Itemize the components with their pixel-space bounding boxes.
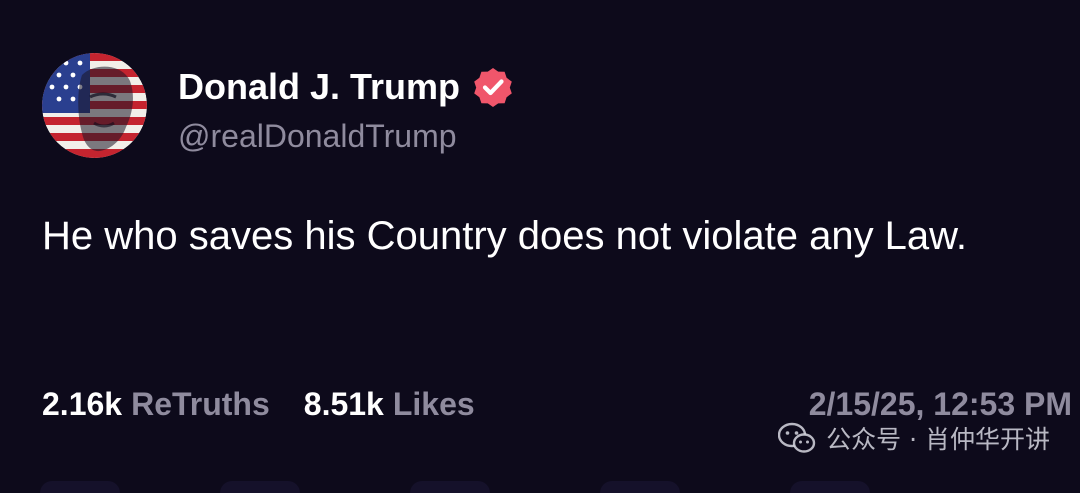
watermark: 公众号 · 肖仲华开讲 (777, 420, 1050, 456)
wechat-icon (777, 422, 816, 454)
post-timestamp: 2/15/25, 12:53 PM (808, 386, 1072, 422)
likes-stat[interactable]: 8.51k Likes (304, 386, 475, 423)
author-block: Donald J. Trump @realDonaldTrump (178, 64, 514, 155)
next-row-edge (0, 479, 1080, 493)
retruths-label: ReTruths (131, 386, 270, 422)
author-name-row: Donald J. Trump (178, 64, 514, 110)
retruths-stat[interactable]: 2.16k ReTruths (42, 386, 270, 423)
avatar-flag-portrait-icon (42, 53, 147, 158)
likes-count: 8.51k (303, 386, 384, 422)
author-avatar[interactable] (42, 53, 147, 158)
retruths-count: 2.16k (42, 386, 123, 422)
post-stats: 2.16k ReTruths 8.51k Likes (42, 386, 509, 423)
likes-label: Likes (392, 386, 475, 422)
post-card: Donald J. Trump @realDonaldTrump He who … (0, 0, 1080, 493)
watermark-text: 公众号 · 肖仲华开讲 (826, 425, 1050, 454)
post-body-text: He who saves his Country does not violat… (42, 214, 967, 258)
verified-badge-icon (472, 66, 514, 108)
author-display-name[interactable]: Donald J. Trump (178, 66, 460, 108)
author-handle[interactable]: @realDonaldTrump (178, 118, 514, 155)
